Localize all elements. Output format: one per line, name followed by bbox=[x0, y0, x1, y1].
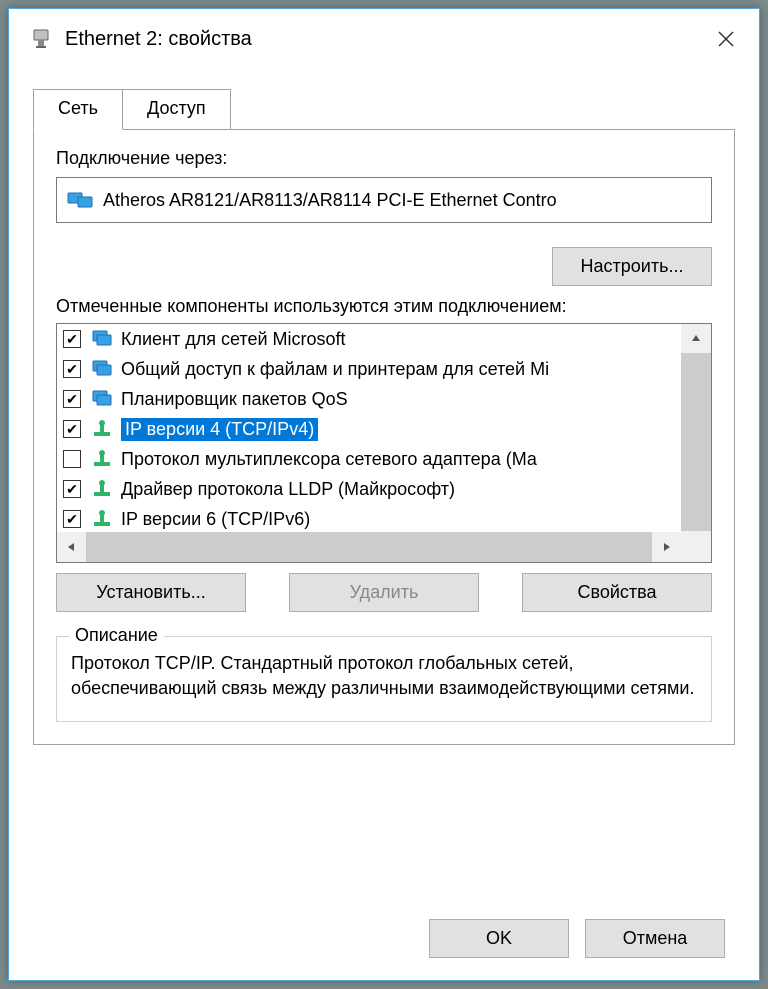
list-item[interactable]: ✔ Планировщик пакетов QoS bbox=[57, 384, 681, 414]
adapter-name: Atheros AR8121/AR8113/AR8114 PCI-E Ether… bbox=[103, 190, 557, 211]
tab-access[interactable]: Доступ bbox=[122, 89, 231, 130]
scroll-thumb-horizontal[interactable] bbox=[86, 532, 652, 562]
description-title: Описание bbox=[69, 625, 164, 646]
install-button[interactable]: Установить... bbox=[56, 573, 246, 612]
protocol-icon bbox=[91, 448, 113, 470]
adapter-field: Atheros AR8121/AR8113/AR8114 PCI-E Ether… bbox=[56, 177, 712, 223]
dialog-footer: OK Отмена bbox=[429, 919, 725, 958]
properties-dialog: Ethernet 2: свойства Сеть Доступ Подключ… bbox=[8, 8, 760, 981]
list-item-label: IP версии 6 (TCP/IPv6) bbox=[121, 509, 310, 530]
list-item-label: Драйвер протокола LLDP (Майкрософт) bbox=[121, 479, 455, 500]
list-item[interactable]: Протокол мультиплексора сетевого адаптер… bbox=[57, 444, 681, 474]
scroll-corner bbox=[681, 532, 711, 562]
description-text: Протокол TCP/IP. Стандартный протокол гл… bbox=[71, 651, 697, 701]
components-list: ✔ Клиент для сетей Microsoft ✔ Общий доступ… bbox=[56, 323, 712, 563]
list-item[interactable]: ✔ Общий доступ к файлам и принтерам для с… bbox=[57, 354, 681, 384]
description-group: Описание Протокол TCP/IP. Стандартный пр… bbox=[56, 636, 712, 722]
list-item-label: Протокол мультиплексора сетевого адаптер… bbox=[121, 449, 537, 470]
tab-strip: Сеть Доступ bbox=[9, 89, 759, 130]
protocol-icon bbox=[91, 478, 113, 500]
properties-button[interactable]: Свойства bbox=[522, 573, 712, 612]
list-item[interactable]: ✔ IP версии 4 (TCP/IPv4) bbox=[57, 414, 681, 444]
close-button[interactable] bbox=[701, 19, 751, 59]
window-title: Ethernet 2: свойства bbox=[65, 28, 701, 51]
vertical-scrollbar[interactable] bbox=[681, 324, 711, 532]
scroll-right-icon[interactable] bbox=[653, 532, 681, 562]
cancel-button[interactable]: Отмена bbox=[585, 919, 725, 958]
checkbox[interactable]: ✔ bbox=[63, 420, 81, 438]
scroll-up-icon[interactable] bbox=[681, 324, 711, 352]
tab-panel-network: Подключение через: Atheros AR8121/AR8113… bbox=[33, 129, 735, 745]
adapter-icon bbox=[67, 189, 95, 211]
list-item-label: Планировщик пакетов QoS bbox=[121, 389, 348, 410]
list-item-label: IP версии 4 (TCP/IPv4) bbox=[121, 418, 318, 441]
list-item[interactable]: ✔ IP версии 6 (TCP/IPv6) bbox=[57, 504, 681, 532]
scroll-thumb-vertical[interactable] bbox=[681, 353, 711, 531]
protocol-icon bbox=[91, 418, 113, 440]
tab-network[interactable]: Сеть bbox=[33, 89, 123, 130]
checkbox[interactable]: ✔ bbox=[63, 510, 81, 528]
components-label: Отмеченные компоненты используются этим … bbox=[56, 296, 712, 317]
close-icon bbox=[717, 30, 735, 48]
client-icon bbox=[91, 388, 113, 410]
scroll-left-icon[interactable] bbox=[57, 532, 85, 562]
ok-button[interactable]: OK bbox=[429, 919, 569, 958]
checkbox[interactable] bbox=[63, 450, 81, 468]
horizontal-scrollbar[interactable] bbox=[57, 532, 681, 562]
remove-button: Удалить bbox=[289, 573, 479, 612]
client-icon bbox=[91, 328, 113, 350]
list-item[interactable]: ✔ Клиент для сетей Microsoft bbox=[57, 324, 681, 354]
protocol-icon bbox=[91, 508, 113, 530]
network-adapter-icon bbox=[29, 27, 53, 51]
configure-button[interactable]: Настроить... bbox=[552, 247, 712, 286]
checkbox[interactable]: ✔ bbox=[63, 390, 81, 408]
list-item[interactable]: ✔ Драйвер протокола LLDP (Майкрософт) bbox=[57, 474, 681, 504]
list-item-label: Клиент для сетей Microsoft bbox=[121, 329, 346, 350]
checkbox[interactable]: ✔ bbox=[63, 480, 81, 498]
client-icon bbox=[91, 358, 113, 380]
list-item-label: Общий доступ к файлам и принтерам для се… bbox=[121, 359, 549, 380]
title-bar: Ethernet 2: свойства bbox=[9, 9, 759, 69]
checkbox[interactable]: ✔ bbox=[63, 360, 81, 378]
checkbox[interactable]: ✔ bbox=[63, 330, 81, 348]
connect-through-label: Подключение через: bbox=[56, 148, 712, 169]
component-buttons: Установить... Удалить Свойства bbox=[56, 573, 712, 612]
